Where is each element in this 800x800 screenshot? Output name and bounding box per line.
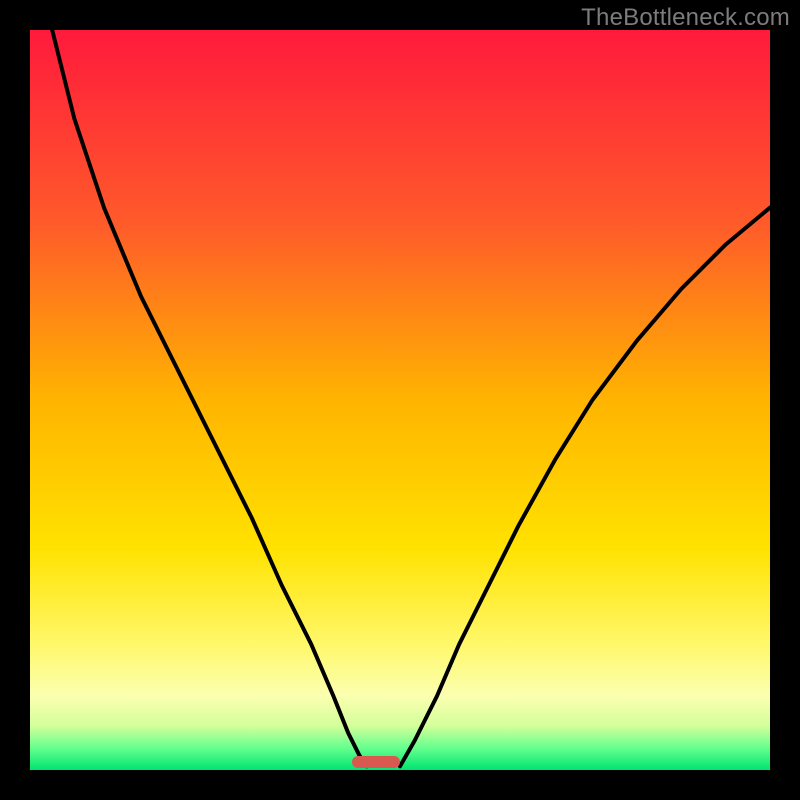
bottleneck-marker [352,756,400,768]
curve-layer [30,30,770,770]
plot-area [30,30,770,770]
curve-left-curve [52,30,367,766]
watermark-text: TheBottleneck.com [581,4,790,32]
outer-frame: TheBottleneck.com [0,0,800,800]
curve-right-curve [400,208,770,767]
